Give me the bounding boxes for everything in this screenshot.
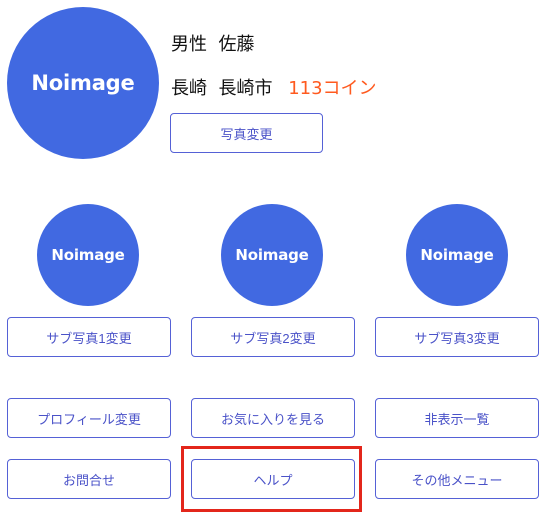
sub-avatar-3-text: Noimage	[420, 246, 494, 264]
sub-avatar-1-text: Noimage	[51, 246, 125, 264]
sub-avatar-2-text: Noimage	[235, 246, 309, 264]
main-avatar-text: Noimage	[31, 71, 135, 95]
change-sub-photo-1-button[interactable]: サブ写真1変更	[7, 317, 171, 357]
coin-balance: 113コイン	[288, 78, 377, 99]
change-sub-photo-3-button[interactable]: サブ写真3変更	[375, 317, 539, 357]
profile-location: 長崎 長崎市 113コイン	[171, 74, 377, 100]
profile-edit-button[interactable]: プロフィール変更	[7, 398, 171, 438]
sub-avatar-1: Noimage	[37, 204, 139, 306]
sub-avatar-2: Noimage	[221, 204, 323, 306]
other-menu-button[interactable]: その他メニュー	[375, 459, 539, 499]
main-avatar: Noimage	[7, 7, 159, 159]
sub-avatar-3: Noimage	[406, 204, 508, 306]
user-name: 佐藤	[218, 34, 255, 55]
gender-text: 男性	[171, 34, 207, 55]
change-sub-photo-2-button[interactable]: サブ写真2変更	[191, 317, 355, 357]
city-text: 長崎市	[218, 78, 273, 99]
help-highlight-box	[181, 446, 362, 512]
contact-button[interactable]: お問合せ	[7, 459, 171, 499]
favorites-button[interactable]: お気に入りを見る	[191, 398, 355, 438]
prefecture-text: 長崎	[171, 78, 207, 99]
profile-identity: 男性 佐藤	[171, 30, 254, 56]
hidden-list-button[interactable]: 非表示一覧	[375, 398, 539, 438]
change-photo-button[interactable]: 写真変更	[170, 113, 323, 153]
